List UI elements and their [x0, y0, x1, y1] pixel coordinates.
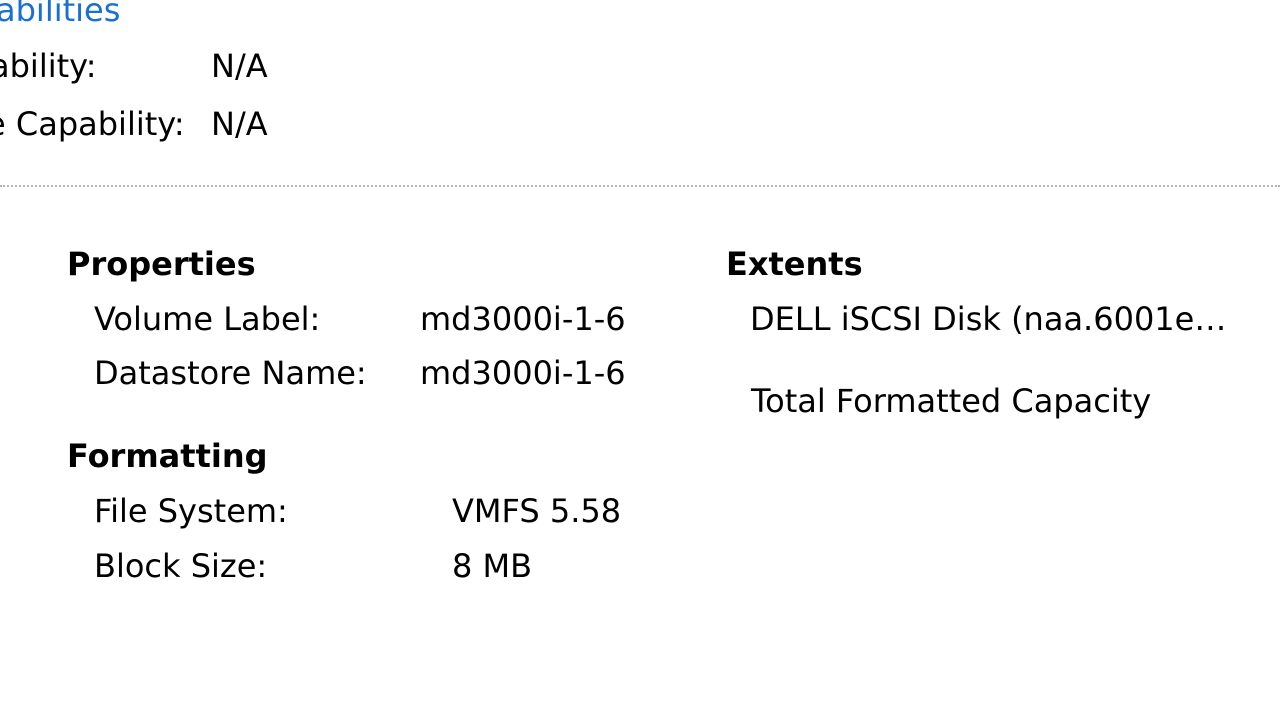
capability-label-1: ability:	[0, 47, 97, 85]
file-system-value: VMFS 5.58	[452, 492, 622, 530]
file-system-label: File System:	[94, 492, 288, 530]
formatting-heading: Formatting	[67, 437, 268, 475]
block-size-label: Block Size:	[94, 547, 268, 585]
block-size-value: 8 MB	[452, 547, 533, 585]
properties-heading: Properties	[67, 245, 256, 283]
capabilities-link[interactable]: abilities	[0, 0, 120, 26]
capability-value-1: N/A	[211, 47, 268, 85]
capability-label-2: e Capability:	[0, 105, 185, 143]
datastore-name-label: Datastore Name:	[94, 354, 367, 392]
volume-label-value: md3000i-1-6	[420, 300, 626, 338]
extents-heading: Extents	[726, 245, 863, 283]
extent-disk-item[interactable]: DELL iSCSI Disk (naa.6001e…	[750, 303, 1226, 335]
datastore-name-value: md3000i-1-6	[420, 354, 626, 392]
volume-label-label: Volume Label:	[94, 300, 321, 338]
total-formatted-capacity-label: Total Formatted Capacity	[751, 382, 1152, 420]
capability-value-2: N/A	[211, 105, 268, 143]
section-divider	[0, 185, 1280, 187]
